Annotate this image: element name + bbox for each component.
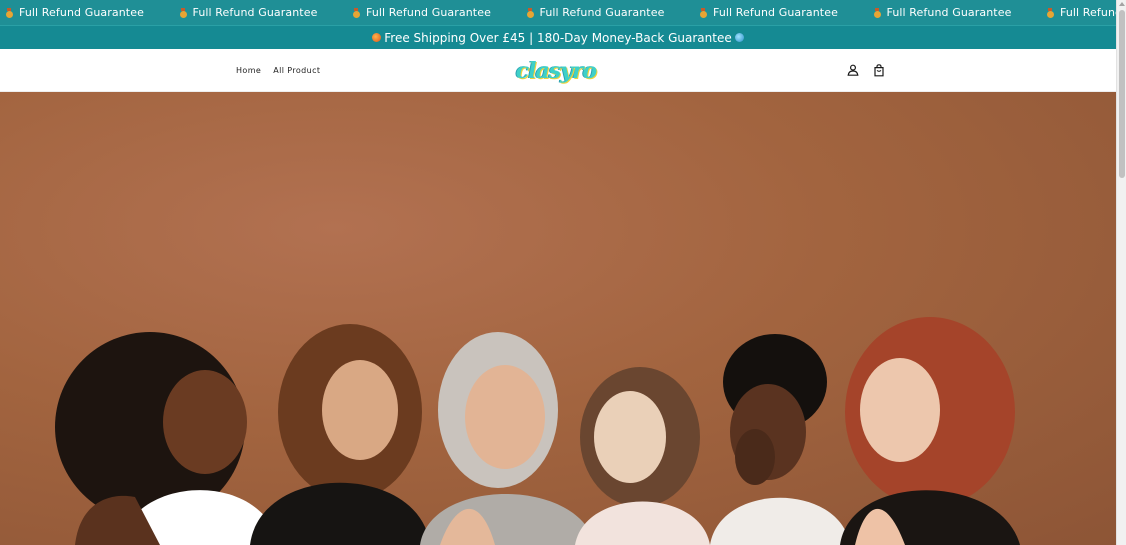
header-icons [845,62,887,78]
marquee-item-text: Full Refund Guarantee [713,6,838,19]
person-4 [575,367,710,545]
scroll-up-arrow-icon[interactable] [1119,2,1125,6]
marquee-bar: Full Refund Guarantee Full Refund Guaran… [0,0,1116,25]
marquee-item: Full Refund Guarantee [5,6,179,19]
person-6 [840,317,1020,545]
medal-icon [873,7,881,18]
announcement-bar: Free Shipping Over £45 | 180-Day Money-B… [0,25,1116,49]
marquee-item: Full Refund Guarantee [699,6,873,19]
announcement-text: Free Shipping Over £45 | 180-Day Money-B… [384,30,732,45]
nav-link-home[interactable]: Home [236,66,261,75]
marquee-item: Full Refund Guarantee [873,6,1047,19]
marquee-item-text: Full Refund Guarantee [366,6,491,19]
nav-link-all-product[interactable]: All Product [273,66,320,75]
globe-icon [734,33,744,42]
account-icon[interactable] [845,62,861,78]
main-nav: Home All Product [236,49,320,92]
fire-icon [372,33,382,42]
marquee-item: Full Refund Guarantee [526,6,700,19]
cart-icon[interactable] [871,62,887,78]
medal-icon [5,7,13,18]
hero-banner-image [0,92,1116,545]
marquee-item: Full Refund [1046,6,1116,19]
page-scrollbar[interactable] [1116,0,1126,545]
person-2 [250,324,430,545]
brand-logo[interactable]: clasyro [515,54,597,88]
marquee-item: Full Refund Guarantee [179,6,353,19]
marquee-track: Full Refund Guarantee Full Refund Guaran… [5,0,1116,25]
marquee-item-text: Full Refund Guarantee [539,6,665,19]
marquee-item-text: Full Refund Guarantee [192,6,318,19]
medal-icon [179,7,187,18]
person-1 [55,332,280,545]
medal-icon [526,7,534,18]
site-header: Home All Product clasyro [0,49,1116,92]
medal-icon [1046,7,1054,18]
person-3 [420,332,595,545]
page: Full Refund Guarantee Full Refund Guaran… [0,0,1126,545]
person-5 [710,334,850,545]
logo-text: clasyro [515,58,597,84]
marquee-item-text: Full Refund [1060,6,1116,19]
scrollbar-thumb[interactable] [1119,10,1125,178]
hero-illustration [55,317,1020,545]
medal-icon [352,7,360,18]
marquee-item-text: Full Refund Guarantee [19,6,144,19]
marquee-item: Full Refund Guarantee [352,6,526,19]
medal-icon [699,7,707,18]
marquee-item-text: Full Refund Guarantee [886,6,1012,19]
